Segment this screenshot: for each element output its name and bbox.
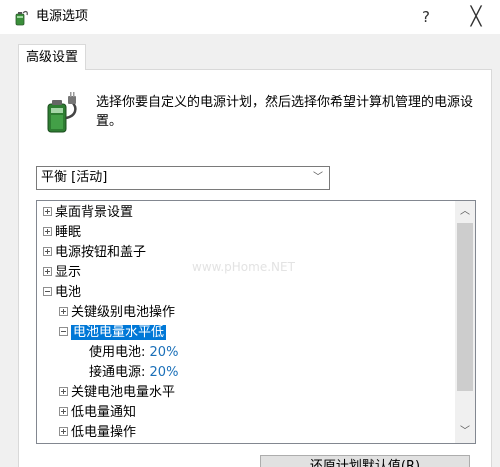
help-button[interactable]: ? — [404, 0, 448, 34]
tree-item-sleep[interactable]: 睡眠 — [43, 223, 81, 243]
tree-item-label: 电源按钮和盖子 — [55, 245, 147, 260]
scroll-down-icon[interactable]: ﹀ — [455, 423, 475, 441]
expand-icon[interactable] — [43, 247, 52, 256]
description-text: 选择你要自定义的电源计划，然后选择你希望计算机管理的电源设置。 — [96, 95, 474, 129]
tree-item-label: 桌面背景设置 — [55, 205, 134, 220]
tree-item-display[interactable]: 显示 — [43, 263, 81, 283]
tree-item-label: 关键电池电量水平 — [71, 385, 176, 400]
tree-scrollbar[interactable]: ︿ ﹀ — [455, 201, 475, 443]
window-title: 电源选项 — [36, 9, 89, 24]
tree-item-label: 关键级别电池操作 — [71, 305, 176, 320]
expand-icon[interactable] — [59, 427, 68, 436]
tree-item-label: 低电量操作 — [71, 425, 137, 440]
tree-item-label: 显示 — [55, 265, 82, 280]
tree-item-low-battery-action[interactable]: 低电量操作 — [59, 423, 136, 443]
tree-item-power-buttons-lid[interactable]: 电源按钮和盖子 — [43, 243, 146, 263]
collapse-icon[interactable] — [59, 327, 68, 336]
setting-value[interactable]: 20% — [150, 345, 179, 360]
tree-item-desktop-background[interactable]: 桌面背景设置 — [43, 203, 133, 223]
expand-icon[interactable] — [59, 307, 68, 316]
battery-plug-icon — [47, 92, 77, 133]
restore-defaults-button[interactable]: 还原计划默认值(R) — [260, 455, 470, 467]
tree-item-label: 电池 — [55, 285, 82, 300]
expand-icon[interactable] — [59, 387, 68, 396]
tree-item-low-battery-level[interactable]: 电池电量水平低 — [59, 323, 167, 343]
close-button[interactable]: ╳ — [452, 0, 500, 34]
setting-label: 接通电源: — [89, 365, 146, 380]
title-bar: 电源选项 ? ╳ — [0, 0, 500, 34]
chevron-down-icon[interactable]: ﹀ — [313, 167, 323, 189]
scroll-thumb[interactable] — [457, 223, 473, 391]
setting-value[interactable]: 20% — [150, 365, 179, 380]
watermark: www.pHome.NET — [192, 260, 295, 274]
tree-item-label: 低电量通知 — [71, 405, 137, 420]
tree-item-label: 睡眠 — [55, 225, 82, 240]
tree-item-battery[interactable]: 电池 — [43, 283, 81, 303]
tree-item-low-battery-notification[interactable]: 低电量通知 — [59, 403, 136, 423]
tree-item-critical-battery-level[interactable]: 关键电池电量水平 — [59, 383, 175, 403]
expand-icon[interactable] — [43, 207, 52, 216]
tree-item-label: 电池电量水平低 — [71, 325, 167, 340]
tree-item-on-battery[interactable]: 使用电池: 20% — [89, 343, 178, 363]
expand-icon[interactable] — [59, 407, 68, 416]
scroll-up-icon[interactable]: ︿ — [455, 203, 475, 221]
tree-item-plugged-in[interactable]: 接通电源: 20% — [89, 363, 178, 383]
expand-icon[interactable] — [43, 227, 52, 236]
setting-label: 使用电池: — [89, 345, 146, 360]
expand-icon[interactable] — [43, 267, 52, 276]
tab-advanced-settings[interactable]: 高级设置 — [18, 44, 86, 70]
power-options-icon — [15, 10, 28, 26]
power-plan-select[interactable]: 平衡 [活动] ﹀ — [36, 166, 330, 190]
collapse-icon[interactable] — [43, 287, 52, 296]
settings-tree: 桌面背景设置 睡眠 电源按钮和盖子 显示 电池 关键级别电池操作 电池电量水平低… — [36, 200, 476, 444]
tree-item-critical-battery-action[interactable]: 关键级别电池操作 — [59, 303, 175, 323]
power-plan-value: 平衡 [活动] — [41, 170, 108, 185]
